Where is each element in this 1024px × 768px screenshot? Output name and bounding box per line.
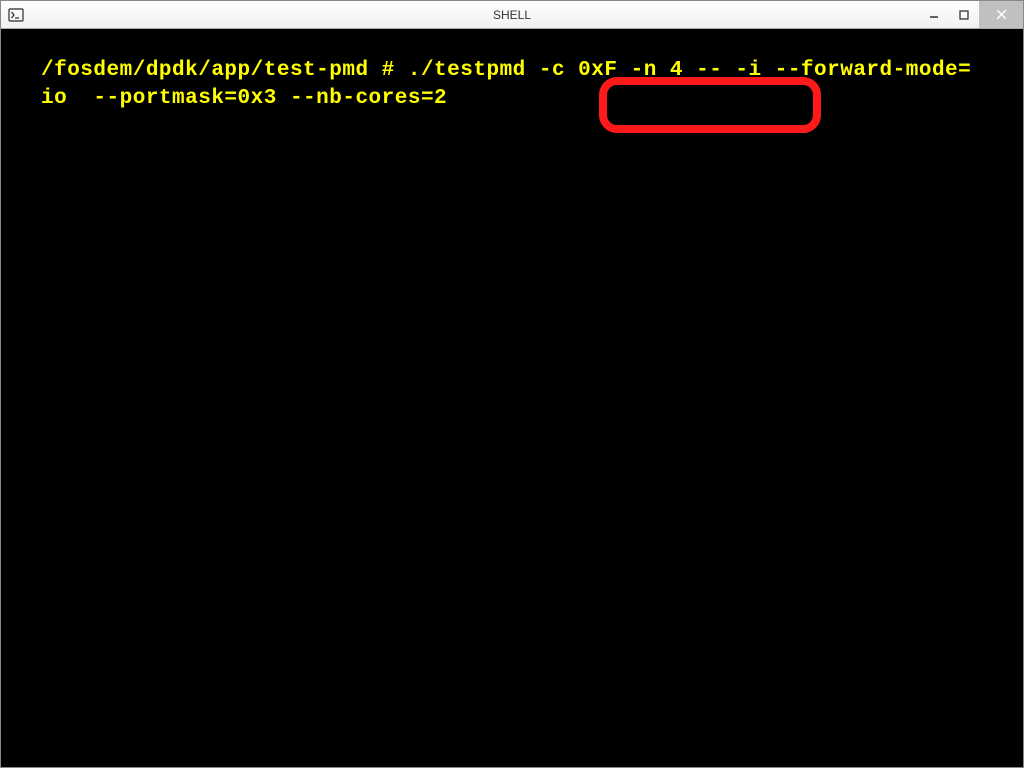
minimize-button[interactable] bbox=[919, 1, 949, 28]
terminal-area[interactable]: /fosdem/dpdk/app/test-pmd # ./testpmd -c… bbox=[1, 29, 1023, 767]
window-titlebar[interactable]: SHELL bbox=[1, 1, 1023, 29]
maximize-button[interactable] bbox=[949, 1, 979, 28]
terminal-app-icon bbox=[7, 6, 25, 24]
close-button[interactable] bbox=[979, 1, 1023, 28]
command-line: /fosdem/dpdk/app/test-pmd # ./testpmd -c… bbox=[41, 57, 983, 114]
window-controls bbox=[919, 1, 1023, 28]
window-title: SHELL bbox=[493, 8, 531, 22]
